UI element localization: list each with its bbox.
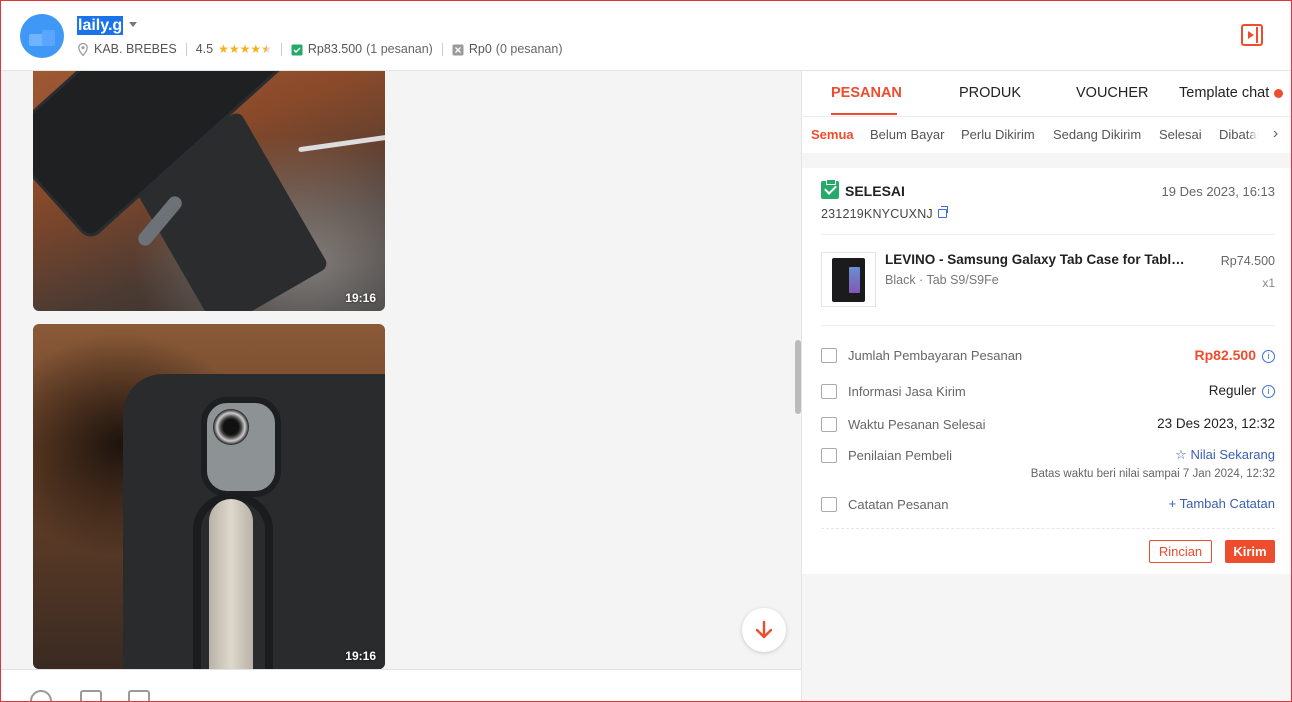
- product-price: Rp74.500: [1220, 254, 1275, 268]
- active-tab-indicator: [831, 113, 897, 115]
- rating-label: Penilaian Pembeli: [848, 448, 953, 463]
- divider: [821, 528, 1275, 529]
- product-thumbnail[interactable]: [821, 252, 876, 307]
- chat-image-message[interactable]: 19:16: [33, 324, 385, 669]
- order-panel: PESANAN PRODUK VOUCHER Template chat Sem…: [801, 71, 1292, 702]
- completed-value: 23 Des 2023, 12:32: [1157, 416, 1275, 431]
- tab-template-chat[interactable]: Template chat: [1179, 71, 1269, 117]
- star-icon: ★: [218, 42, 229, 56]
- payment-row: Jumlah Pembayaran Pesanan Rp82.500 i: [821, 346, 1275, 366]
- message-time: 19:16: [345, 291, 376, 305]
- arrow-down-icon: [755, 620, 773, 639]
- image-upload-icon[interactable]: [80, 690, 102, 702]
- star-half-icon: ★: [261, 42, 272, 56]
- product-quantity: x1: [1262, 276, 1275, 290]
- notification-dot: [1274, 89, 1283, 98]
- buyer-rating-row: Penilaian Pembeli ☆ Nilai Sekarang: [821, 446, 1275, 466]
- divider: [821, 234, 1275, 235]
- send-button[interactable]: Kirim: [1225, 540, 1275, 563]
- star-icon: ★: [239, 42, 251, 56]
- shop-rating: 4.5: [195, 42, 214, 56]
- copy-icon[interactable]: [938, 206, 948, 218]
- subtab-belum-bayar[interactable]: Belum Bayar: [870, 117, 944, 153]
- chat-messages[interactable]: 19:16 19:16: [0, 71, 801, 669]
- subtab-semua[interactable]: Semua: [811, 117, 854, 153]
- shop-avatar[interactable]: [20, 14, 64, 58]
- rate-now-link[interactable]: ☆ Nilai Sekarang: [1175, 447, 1275, 463]
- star-icon: ★: [250, 42, 262, 56]
- completed-label: Waktu Pesanan Selesai: [848, 417, 986, 432]
- calendar-icon: [821, 417, 837, 432]
- shop-name[interactable]: laily.g: [77, 16, 124, 35]
- payment-value: Rp82.500 i: [1195, 347, 1275, 363]
- scroll-to-bottom-button[interactable]: [742, 608, 786, 652]
- shop-meta: KAB. BREBES 4.5 ★ ★ ★ ★ ★ Rp83.500 (1 pe…: [78, 40, 563, 58]
- paid-amount: Rp83.500: [307, 42, 363, 56]
- rating-bag-icon: [821, 448, 837, 463]
- panel-tabs: PESANAN PRODUK VOUCHER Template chat: [802, 71, 1292, 117]
- chevron-right-icon[interactable]: ›: [1259, 117, 1292, 153]
- info-icon[interactable]: i: [1262, 384, 1275, 398]
- payment-icon: [821, 348, 837, 363]
- tab-voucher[interactable]: VOUCHER: [1076, 71, 1149, 117]
- cancelled-order-icon: [452, 44, 464, 55]
- shipping-label: Informasi Jasa Kirim: [848, 384, 966, 399]
- paid-count: (1 pesanan): [366, 42, 433, 56]
- cancel-amount: Rp0: [468, 42, 492, 56]
- tab-produk[interactable]: PRODUK: [959, 71, 1021, 117]
- chat-image-message[interactable]: 19:16: [33, 71, 385, 311]
- order-status: SELESAI: [845, 183, 905, 199]
- chat-header: laily.g KAB. BREBES 4.5 ★ ★ ★ ★ ★ Rp83.5…: [0, 0, 1292, 71]
- rating-stars: ★ ★ ★ ★ ★: [218, 43, 272, 55]
- chat-composer: [0, 669, 801, 702]
- order-note-row: Catatan Pesanan + Tambah Catatan: [821, 495, 1275, 515]
- payment-label: Jumlah Pembayaran Pesanan: [848, 348, 1023, 363]
- order-id: 231219KNYCUXNJ: [821, 207, 933, 221]
- shop-location: KAB. BREBES: [94, 42, 177, 56]
- add-note-link[interactable]: + Tambah Catatan: [1169, 496, 1275, 511]
- star-icon: ★: [228, 42, 240, 56]
- video-upload-icon[interactable]: [128, 690, 150, 702]
- note-label: Catatan Pesanan: [848, 497, 949, 512]
- order-date: 19 Des 2023, 16:13: [1161, 184, 1275, 199]
- order-status-filter: Semua Belum Bayar Perlu Dikirim Sedang D…: [802, 117, 1292, 153]
- order-card: SELESAI 19 Des 2023, 16:13 231219KNYCUXN…: [802, 168, 1292, 574]
- subtab-perlu-dikirim[interactable]: Perlu Dikirim: [961, 117, 1035, 153]
- location-pin-icon: [78, 42, 88, 56]
- details-button[interactable]: Rincian: [1149, 540, 1212, 563]
- chevron-down-icon[interactable]: [129, 22, 137, 27]
- product-name[interactable]: LEVINO - Samsung Galaxy Tab Case for Tab…: [885, 252, 1185, 267]
- subtab-sedang-dikirim[interactable]: Sedang Dikirim: [1053, 117, 1141, 153]
- rating-deadline: Batas waktu beri nilai sampai 7 Jan 2024…: [1030, 468, 1275, 480]
- message-time: 19:16: [345, 649, 376, 663]
- shipping-row: Informasi Jasa Kirim Reguler i: [821, 382, 1275, 402]
- subtab-selesai[interactable]: Selesai: [1159, 117, 1202, 153]
- shipping-value: Reguler i: [1209, 383, 1275, 398]
- product-variant: Black · Tab S9/S9Fe: [885, 273, 999, 287]
- tab-pesanan[interactable]: PESANAN: [831, 71, 902, 117]
- truck-icon: [821, 384, 837, 399]
- paid-order-icon: [291, 44, 303, 55]
- divider: [821, 325, 1275, 326]
- toggle-panel-icon[interactable]: [1241, 24, 1263, 46]
- star-outline-icon: ☆: [1175, 447, 1191, 462]
- info-icon[interactable]: i: [1262, 349, 1275, 363]
- emoji-icon[interactable]: [30, 690, 52, 702]
- completed-clipboard-icon: [821, 179, 839, 199]
- plus-icon: +: [1168, 496, 1180, 511]
- cancel-count: (0 pesanan): [495, 42, 563, 56]
- note-icon: [821, 497, 837, 512]
- completed-time-row: Waktu Pesanan Selesai 23 Des 2023, 12:32: [821, 415, 1275, 435]
